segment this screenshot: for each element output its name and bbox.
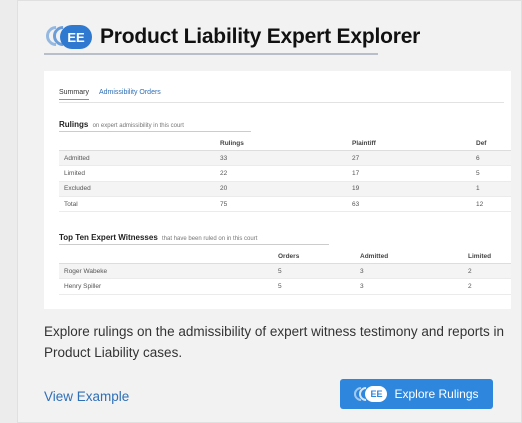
table-cell: 63: [347, 196, 471, 213]
witnesses-table: Orders Admitted Limited Roger Wabeke 5 3…: [59, 250, 511, 295]
preview-tabs: Summary Admissibility Orders: [59, 89, 161, 100]
page-title: Product Liability Expert Explorer: [100, 25, 421, 48]
explore-rulings-label: Explore Rulings: [394, 387, 479, 401]
table-cell: 5: [273, 278, 355, 295]
table-cell: 12: [471, 196, 511, 213]
tabs-divider: [59, 102, 504, 103]
table-cell: 17: [347, 165, 471, 182]
table-cell: 6: [471, 150, 511, 167]
table-row: Total 75 63 12: [59, 196, 511, 213]
witnesses-title: Top Ten Expert Witnesses: [59, 233, 158, 242]
table-cell: Limited: [59, 165, 215, 182]
title-divider: [44, 53, 378, 55]
ee-logo-icon: EE: [41, 21, 94, 51]
table-cell: Admitted: [59, 150, 215, 167]
table-cell: 1: [471, 181, 511, 197]
table-cell: 27: [347, 150, 471, 167]
rulings-table: Rulings Plaintiff Def Admitted 33 27 6 L…: [59, 137, 511, 213]
column-header: [59, 137, 215, 151]
table-cell: 3: [355, 263, 463, 280]
table-cell: 75: [215, 196, 347, 213]
table-header-row: Rulings Plaintiff Def: [59, 137, 511, 151]
column-header: Def: [471, 137, 511, 151]
column-header: Rulings: [215, 137, 347, 151]
logo-badge: EE: [60, 25, 92, 49]
table-cell: 5: [273, 263, 355, 280]
preview-screenshot: Summary Admissibility Orders Rulings on …: [44, 71, 511, 309]
table-header-row: Orders Admitted Limited: [59, 250, 511, 264]
table-row: Admitted 33 27 6: [59, 150, 511, 167]
witnesses-subtitle: that have been ruled on in this court: [162, 236, 258, 242]
column-header: [59, 250, 273, 264]
table-cell: 2: [463, 263, 511, 280]
explore-rulings-button[interactable]: EE Explore Rulings: [340, 379, 493, 409]
witnesses-underline: [59, 244, 329, 245]
column-header: Limited: [463, 250, 511, 264]
table-cell: 19: [347, 181, 471, 197]
table-cell: 20: [215, 181, 347, 197]
button-badge: EE: [365, 386, 388, 402]
table-cell: Total: [59, 196, 215, 213]
table-cell: 33: [215, 150, 347, 167]
table-cell: 3: [355, 278, 463, 295]
table-cell: 5: [471, 165, 511, 182]
table-cell: Roger Wabeke: [59, 263, 273, 280]
column-header: Orders: [273, 250, 355, 264]
view-example-link[interactable]: View Example: [44, 389, 129, 404]
product-card: EE Product Liability Expert Explorer Sum…: [17, 0, 522, 423]
rulings-title: Rulings: [59, 120, 89, 129]
ee-logo-icon: EE: [351, 384, 388, 404]
table-cell: Henry Spiller: [59, 278, 273, 295]
table-row: Excluded 20 19 1: [59, 181, 511, 197]
rulings-heading: Rulings on expert admissibility in this …: [59, 120, 184, 129]
column-header: Plaintiff: [347, 137, 471, 151]
column-header: Admitted: [355, 250, 463, 264]
rulings-subtitle: on expert admissibility in this court: [92, 123, 184, 129]
table-cell: 22: [215, 165, 347, 182]
tab-admissibility-orders: Admissibility Orders: [98, 89, 161, 96]
witnesses-heading: Top Ten Expert Witnesses that have been …: [59, 233, 257, 242]
tab-summary: Summary: [59, 89, 89, 100]
table-cell: 2: [463, 278, 511, 295]
table-cell: Excluded: [59, 181, 215, 197]
app-logo: EE Product Liability Expert Explorer: [41, 21, 421, 51]
table-row: Henry Spiller 5 3 2: [59, 278, 511, 295]
rulings-underline: [59, 131, 251, 132]
table-row: Roger Wabeke 5 3 2: [59, 263, 511, 280]
table-row: Limited 22 17 5: [59, 165, 511, 182]
product-description: Explore rulings on the admissibility of …: [44, 324, 504, 360]
